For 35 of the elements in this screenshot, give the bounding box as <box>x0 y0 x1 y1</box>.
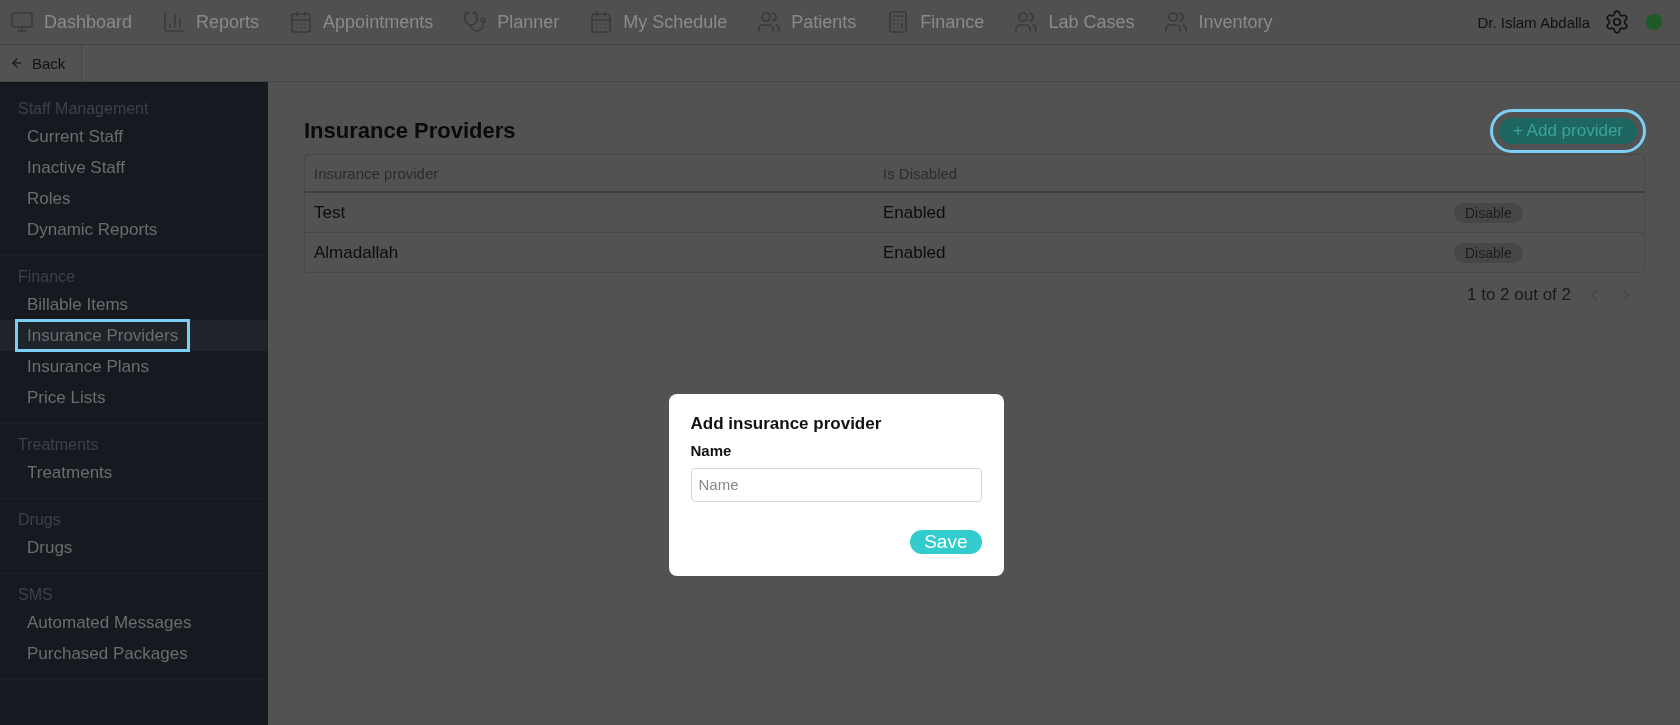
page-title: Insurance Providers <box>304 118 516 144</box>
table-cell-text: Enabled <box>882 242 947 263</box>
user-name: Dr. Islam Abdalla <box>1477 13 1590 31</box>
name-input[interactable]: Name <box>690 467 982 502</box>
sidebar-item[interactable]: Purchased Packages <box>0 638 268 669</box>
save-button[interactable]: Save <box>910 529 982 554</box>
sidebar-item[interactable]: Insurance Plans <box>0 351 268 382</box>
sidebar-item[interactable]: Automated Messages <box>0 607 268 638</box>
sidebar-item[interactable]: Treatments <box>0 457 268 488</box>
dialog-title: Add insurance provider <box>690 413 883 434</box>
settings-icon[interactable] <box>1604 9 1630 35</box>
sidebar-item[interactable]: Price Lists <box>0 382 268 413</box>
nav-item[interactable]: My Schedule <box>589 10 728 34</box>
back-arrow-icon <box>10 56 24 70</box>
nav-item[interactable]: Lab Cases <box>1014 10 1135 34</box>
nav-item[interactable]: Reports <box>162 10 260 34</box>
sidebar-item[interactable]: Billable Items <box>0 289 268 320</box>
nav-item[interactable]: Appointments <box>289 10 434 34</box>
nav-item[interactable]: Patients <box>757 10 857 34</box>
sidebar-item[interactable]: Current Staff <box>0 121 268 152</box>
nav-item[interactable]: Finance <box>886 10 985 34</box>
sidebar-item[interactable]: Drugs <box>0 532 268 563</box>
sidebar-item[interactable]: Roles <box>0 183 268 214</box>
nav-item[interactable]: Inventory <box>1164 10 1273 34</box>
table-cell-text: Test <box>313 202 347 223</box>
table-cell-text: Almadallah <box>313 242 400 263</box>
field-label: Name <box>690 441 733 459</box>
sidebar-item[interactable]: Insurance Providers <box>0 320 268 351</box>
table-cell-text: Enabled <box>882 202 947 223</box>
nav-item[interactable]: Dashboard <box>10 10 133 34</box>
pagination-summary: 1 to 2 out of 2 <box>1467 285 1571 305</box>
sidebar-item[interactable]: Dynamic Reports <box>0 214 268 245</box>
sidebar-item[interactable]: Inactive Staff <box>0 152 268 183</box>
back-button[interactable]: Back <box>0 45 83 81</box>
nav-item[interactable]: Planner <box>463 10 560 34</box>
